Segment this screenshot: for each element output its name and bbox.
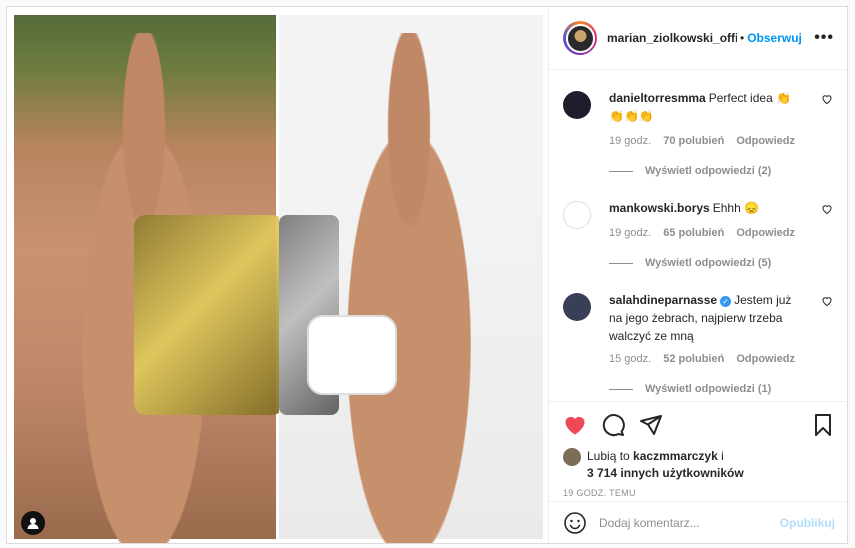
replies-line	[609, 388, 633, 390]
view-replies-label: Wyświetl odpowiedzi (5)	[645, 257, 772, 269]
comment-text: Ehhh 😞	[712, 201, 760, 215]
comment-meta: 19 godz. 70 polubień Odpowiedz	[609, 135, 807, 147]
view-replies-button[interactable]: Wyświetl odpowiedzi (5)	[609, 257, 771, 269]
comment-icon[interactable]	[601, 413, 625, 437]
comments-list[interactable]: danieltorresmma Perfect idea 👏👏👏👏 19 godz…	[549, 71, 849, 401]
post-actions: Lubią to kaczmmarczyk i 3 714 innych uży…	[549, 401, 849, 498]
comment-avatar[interactable]	[563, 91, 591, 119]
replies-line	[609, 170, 633, 172]
add-comment-bar: Opublikuj	[549, 501, 849, 543]
view-replies-label: Wyświetl odpowiedzi (2)	[645, 165, 772, 177]
likes-prefix: Lubią to	[587, 449, 630, 463]
action-icons	[563, 410, 835, 440]
comment-likes[interactable]: 52 polubień	[663, 353, 724, 365]
likes-suffix: i	[721, 449, 724, 463]
share-icon[interactable]	[639, 413, 663, 437]
post-time: 19 GODZ. TEMU	[563, 488, 636, 498]
comment-meta: 19 godz. 65 polubień Odpowiedz	[609, 227, 807, 239]
likes-avatar	[563, 448, 581, 466]
comment-time: 19 godz.	[609, 135, 652, 147]
more-options-icon[interactable]: •••	[814, 29, 834, 47]
comment-meta: 15 godz. 52 polubień Odpowiedz	[609, 353, 807, 365]
header-username[interactable]: marian_ziolkowski_offi	[607, 31, 737, 45]
comment-text-block: mankowski.borys Ehhh 😞	[609, 199, 799, 217]
emoji-icon[interactable]	[563, 511, 587, 535]
user-tag-icon[interactable]	[21, 511, 45, 535]
likes-others[interactable]: 3 714 innych użytkowników	[587, 466, 744, 480]
likes-user[interactable]: kaczmmarczyk	[633, 449, 718, 463]
reply-button[interactable]: Odpowiedz	[736, 135, 795, 147]
reply-button[interactable]: Odpowiedz	[736, 227, 795, 239]
comment-text-block: salahdineparnasse ✓ Jestem już na jego żeb…	[609, 291, 799, 345]
avatar-image	[565, 23, 595, 53]
photo-left	[14, 15, 284, 543]
comment-username[interactable]: salahdineparnasse	[609, 293, 717, 307]
comment-heart-icon[interactable]	[821, 295, 833, 307]
comment-input[interactable]	[599, 515, 769, 530]
comment-avatar[interactable]	[563, 293, 591, 321]
comment-heart-icon[interactable]	[821, 203, 833, 215]
replies-line	[609, 262, 633, 264]
comment-time: 19 godz.	[609, 227, 652, 239]
comment-avatar[interactable]	[563, 201, 591, 229]
comment-time: 15 godz.	[609, 353, 652, 365]
post-comment-button[interactable]: Opublikuj	[780, 516, 835, 530]
comment-heart-icon[interactable]	[821, 93, 833, 105]
view-replies-button[interactable]: Wyświetl odpowiedzi (1)	[609, 383, 771, 395]
view-replies-button[interactable]: Wyświetl odpowiedzi (2)	[609, 165, 771, 177]
view-replies-label: Wyświetl odpowiedzi (1)	[645, 383, 772, 395]
heart-icon[interactable]	[563, 413, 587, 437]
likes-text: Lubią to kaczmmarczyk i 3 714 innych uży…	[587, 448, 744, 482]
post-sidebar: marian_ziolkowski_offi • Obserwuj ••• da…	[548, 7, 849, 543]
photo-right	[279, 15, 543, 543]
bookmark-icon[interactable]	[811, 413, 835, 437]
comment-text-block: danieltorresmma Perfect idea 👏👏👏👏	[609, 89, 799, 125]
fighter-right	[319, 33, 499, 543]
comment-likes[interactable]: 65 polubień	[663, 227, 724, 239]
comment-username[interactable]: danieltorresmma	[609, 91, 706, 105]
post-media[interactable]	[7, 7, 547, 543]
post-frame: marian_ziolkowski_offi • Obserwuj ••• da…	[6, 6, 849, 544]
post-header: marian_ziolkowski_offi • Obserwuj •••	[549, 7, 848, 70]
reply-button[interactable]: Odpowiedz	[736, 353, 795, 365]
ksw-belt-left	[134, 215, 284, 415]
verified-badge-icon: ✓	[720, 296, 732, 307]
comment-username[interactable]: mankowski.borys	[609, 201, 710, 215]
ksw-glove	[307, 315, 397, 395]
header-separator: •	[740, 31, 745, 45]
likes-summary: Lubią to kaczmmarczyk i 3 714 innych uży…	[563, 448, 835, 482]
comment-likes[interactable]: 70 polubień	[663, 135, 724, 147]
follow-button[interactable]: Obserwuj	[747, 31, 802, 45]
avatar[interactable]	[563, 21, 597, 55]
